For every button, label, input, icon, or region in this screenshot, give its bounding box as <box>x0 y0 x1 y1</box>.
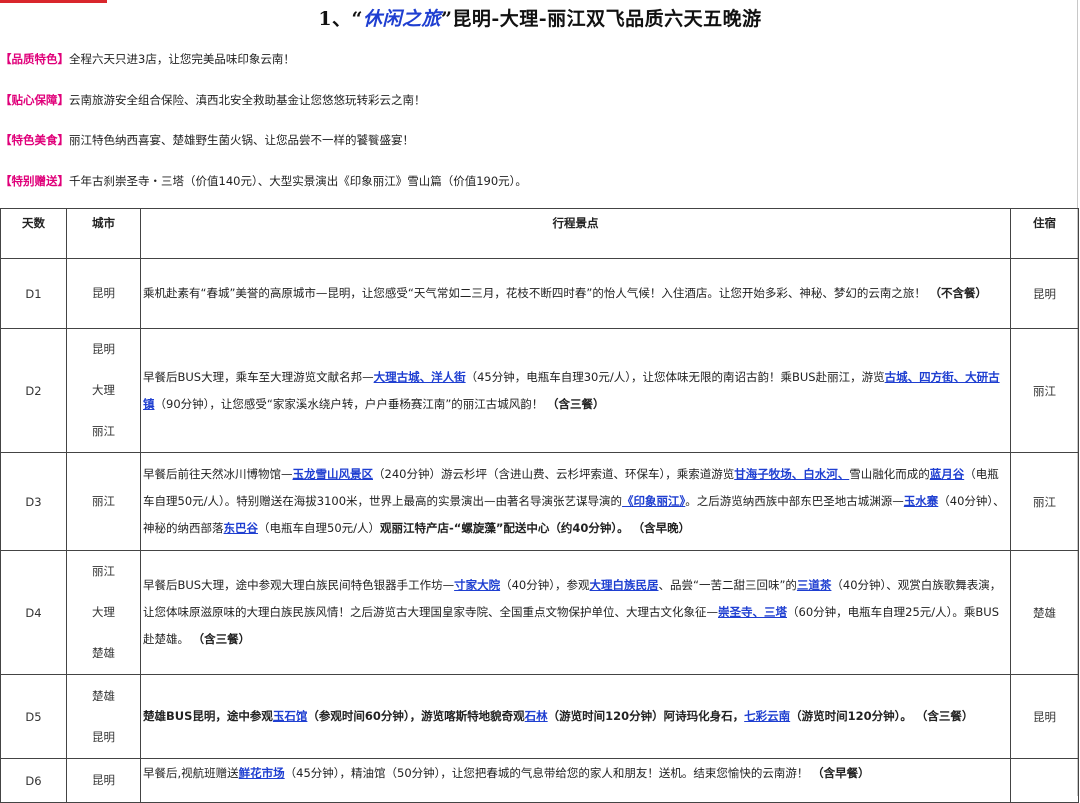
feature-food: 【特色美食】丽江特色纳西喜宴、楚雄野生菌火锅、让您品尝不一样的饕餮盛宴！ <box>0 132 414 148</box>
bold-text: 观丽江特产店-“螺旋藻”配送中心（约40分钟）。 （含早晚） <box>380 521 691 535</box>
stay-cell: 昆明 <box>1010 674 1079 759</box>
route-text: （90分钟），让您感受“家家溪水绕户转，户户垂杨赛江南”的丽江古城风韵！ <box>154 396 547 411</box>
header-day: 天数 <box>0 208 67 259</box>
city-name: 昆明 <box>92 773 115 787</box>
route-text: （45分钟，电瓶车自理30元/人），让您体味无限的南诏古韵！乘BUS赴丽江，游览 <box>465 369 885 384</box>
attraction-link[interactable]: 玉石馆 <box>273 709 308 723</box>
top-accent-bar <box>0 0 107 3</box>
feature-gift: 【特别赠送】千年古刹崇圣寺・三塔（价值140元）、大型实景演出《印象丽江》雪山篇… <box>0 173 527 189</box>
feature-safety: 【贴心保障】云南旅游安全组合保险、滇西北安全救助基金让您悠悠玩转彩云之南！ <box>0 92 426 108</box>
feature-tag: 【贴心保障】 <box>0 93 69 107</box>
attraction-link[interactable]: 大理白族民居 <box>590 578 659 592</box>
attraction-link[interactable]: 玉水寨 <box>904 494 939 508</box>
day-cell: D4 <box>0 550 67 675</box>
bold-text: （含三餐） <box>546 396 605 411</box>
city-name: 丽江 <box>92 494 115 508</box>
route-text: 早餐后BUS大理，途中参观大理白族民间特色银器手工作坊— <box>143 578 455 592</box>
bold-text: （含早餐） <box>812 766 870 780</box>
attraction-link[interactable]: 东巴谷 <box>224 521 259 535</box>
city-cell: 丽江 <box>66 452 141 551</box>
day-cell: D5 <box>0 674 67 759</box>
city-name: 大理 <box>92 605 115 619</box>
table-row: D4 丽江 大理 楚雄 早餐后BUS大理，途中参观大理白族民间特色银器手工作坊—寸家大院… <box>0 550 1079 675</box>
title-highlight: 休闲之旅 <box>362 8 441 30</box>
feature-tag: 【特色美食】 <box>0 133 69 147</box>
city-name: 昆明 <box>92 729 115 744</box>
page-title: 1、“休闲之旅”昆明-大理-丽江双飞品质六天五晚游 <box>0 4 1080 31</box>
title-suffix: ”昆明-大理-丽江双飞品质六天五晚游 <box>440 8 762 30</box>
feature-tag: 【品质特色】 <box>0 52 69 66</box>
feature-tag: 【特别赠送】 <box>0 174 69 188</box>
attraction-link[interactable]: 鲜花市场 <box>239 766 285 780</box>
bold-text: （不含餐） <box>929 286 987 300</box>
itinerary-table: 天数 城市 行程景点 住宿 D1 昆明 乘机赴素有“春城”美誉的高原城市—昆明，让您… <box>0 208 1079 803</box>
route-text: 早餐后前往天然冰川博物馆— <box>143 467 293 481</box>
day-cell: D1 <box>0 258 67 329</box>
bold-text: 楚雄BUS昆明，途中参观 <box>143 709 273 723</box>
route-text: （电瓶车自理50元/人） <box>258 521 381 535</box>
attraction-link[interactable]: 大理古城、洋人街 <box>374 370 466 384</box>
table-row: D5 楚雄 昆明 楚雄BUS昆明，途中参观玉石馆（参观时间60分钟），游览喀斯特地貌奇… <box>0 674 1079 759</box>
bold-text: （含三餐） <box>192 632 251 646</box>
route-text: 。之后游览纳西族中部东巴圣地古城渊源— <box>685 494 904 508</box>
city-name: 楚雄 <box>92 646 115 660</box>
header-stay: 住宿 <box>1010 208 1079 259</box>
route-description: 早餐后前往天然冰川博物馆—玉龙雪山风景区（240分钟）游云杉坪（含进山费、云杉坪… <box>140 452 1011 551</box>
city-name: 昆明 <box>92 286 115 300</box>
bold-text: （参观时间60分钟），游览喀斯特地貌奇观 <box>307 709 525 723</box>
attraction-link[interactable]: 七彩云南 <box>744 709 790 723</box>
route-description: 楚雄BUS昆明，途中参观玉石馆（参观时间60分钟），游览喀斯特地貌奇观石林（游览… <box>140 674 1011 759</box>
bold-text: （游览时间120分钟）阿诗玛化身石， <box>547 709 745 723</box>
city-name: 昆明 <box>92 342 115 356</box>
route-text: 、品尝“一苦二甜三回味”的 <box>658 578 797 592</box>
route-text: （45分钟），精油馆（50分钟），让您把春城的气息带给您的家人和朋友！送机。结束… <box>284 766 813 780</box>
feature-text: 全程六天只进3店，让您完美品味印象云南！ <box>69 52 295 66</box>
city-cell: 昆明 <box>66 258 141 329</box>
table-row: D2 昆明 大理 丽江 早餐后BUS大理，乘车至大理游览文献名邦—大理古城、洋人街（45… <box>0 328 1079 453</box>
attraction-link[interactable]: 《印象丽江》 <box>622 494 685 508</box>
table-row: D3 丽江 早餐后前往天然冰川博物馆—玉龙雪山风景区（240分钟）游云杉坪（含进山费… <box>0 452 1079 551</box>
feature-text: 千年古刹崇圣寺・三塔（价值140元）、大型实景演出《印象丽江》雪山篇（价值190… <box>69 174 527 188</box>
route-text: 雪山融化而成的 <box>849 467 930 481</box>
day-cell: D2 <box>0 328 67 453</box>
city-cell: 丽江 大理 楚雄 <box>66 550 141 675</box>
attraction-link[interactable]: 寸家大院 <box>454 578 500 592</box>
city-name: 大理 <box>92 383 115 397</box>
day-cell: D3 <box>0 452 67 551</box>
bold-text: （游览时间120分钟）。 （含三餐） <box>790 709 974 723</box>
attraction-link[interactable]: 蓝月谷 <box>930 467 965 481</box>
route-description: 早餐后BUS大理，乘车至大理游览文献名邦—大理古城、洋人街（45分钟，电瓶车自理… <box>140 328 1011 453</box>
route-text: （240分钟）游云杉坪（含进山费、云杉坪索道、环保车），乘索道游览 <box>373 467 735 481</box>
city-name: 丽江 <box>92 424 115 438</box>
table-header-row: 天数 城市 行程景点 住宿 <box>0 208 1079 259</box>
stay-cell: 丽江 <box>1010 452 1079 551</box>
city-cell: 昆明 大理 丽江 <box>66 328 141 453</box>
stay-cell: 昆明 <box>1010 258 1079 329</box>
attraction-link[interactable]: 三道茶 <box>797 578 832 592</box>
route-text: 早餐后BUS大理，乘车至大理游览文献名邦— <box>143 369 374 384</box>
route-description: 乘机赴素有“春城”美誉的高原城市—昆明，让您感受“天气常如二三月，花枝不断四时春… <box>140 258 1011 329</box>
city-cell: 楚雄 昆明 <box>66 674 141 759</box>
table-row: D1 昆明 乘机赴素有“春城”美誉的高原城市—昆明，让您感受“天气常如二三月，花枝不… <box>0 258 1079 329</box>
attraction-link[interactable]: 甘海子牧场、白水河、 <box>734 467 849 481</box>
stay-cell: 丽江 <box>1010 328 1079 453</box>
feature-quality: 【品质特色】全程六天只进3店，让您完美品味印象云南！ <box>0 51 295 67</box>
stay-cell: 楚雄 <box>1010 550 1079 675</box>
route-text: 早餐后,视航班赠送 <box>143 766 239 780</box>
route-text: 乘机赴素有“春城”美誉的高原城市—昆明，让您感受“天气常如二三月，花枝不断四时春… <box>143 286 930 300</box>
feature-text: 丽江特色纳西喜宴、楚雄野生菌火锅、让您品尝不一样的饕餮盛宴！ <box>69 133 414 147</box>
header-city: 城市 <box>66 208 141 259</box>
city-name: 丽江 <box>92 564 115 578</box>
attraction-link[interactable]: 石林 <box>525 709 548 723</box>
route-description: 早餐后BUS大理，途中参观大理白族民间特色银器手工作坊—寸家大院（40分钟），参… <box>140 550 1011 675</box>
attraction-link[interactable]: 玉龙雪山风景区 <box>293 467 374 481</box>
attraction-link[interactable]: 崇圣寺、三塔 <box>718 605 787 619</box>
title-prefix: 1、“ <box>318 8 363 30</box>
feature-text: 云南旅游安全组合保险、滇西北安全救助基金让您悠悠玩转彩云之南！ <box>69 93 426 107</box>
route-text: （40分钟），参观 <box>500 578 590 592</box>
header-route: 行程景点 <box>140 208 1011 259</box>
city-name: 楚雄 <box>92 688 115 703</box>
